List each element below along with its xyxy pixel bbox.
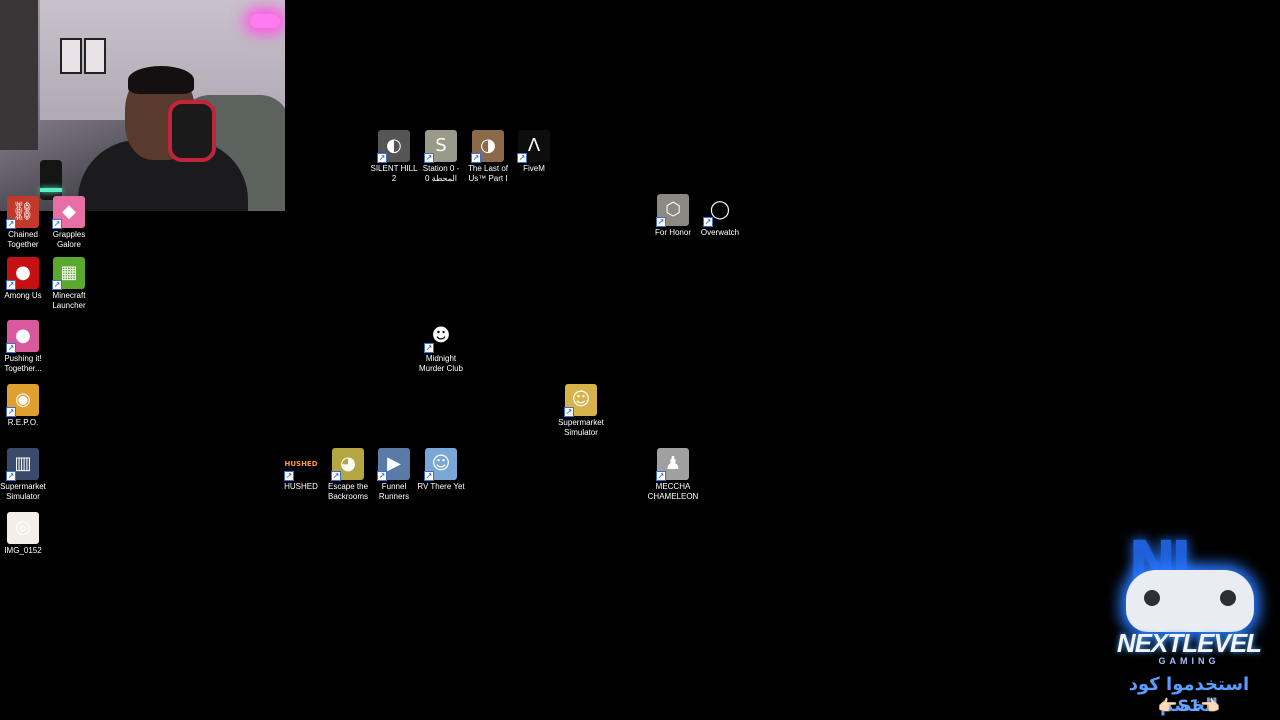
supermarket-simulator-left-glyph: ▥ [14,453,32,474]
rv-there-yet-icon: ☺ ↗ [424,448,457,481]
shortcut-arrow-icon: ↗ [471,153,481,163]
minecraft-launcher-icon: ▦ ↗ [52,257,85,290]
last-of-us-glyph: ◑ [480,135,496,156]
overwatch-icon: ◯ ↗ [703,194,736,227]
webcam-picture-frame [60,38,82,74]
shortcut-arrow-icon: ↗ [424,153,434,163]
desktop-icon-fivem[interactable]: Λ ↗ FiveM [498,130,570,174]
shortcut-arrow-icon: ↗ [517,153,527,163]
shortcut-arrow-icon: ↗ [6,219,16,229]
logo-title: NEXTLEVEL [1116,628,1262,658]
among-us-glyph: ● [15,262,31,283]
desktop-icon-label: Supermarket Simulator [0,482,46,501]
shortcut-arrow-icon: ↗ [564,407,574,417]
funnel-runners-glyph: ▶ [387,453,401,474]
shortcut-arrow-icon: ↗ [656,471,666,481]
desktop-icon-label: Overwatch [700,228,740,237]
webcam-door [0,0,38,150]
shortcut-arrow-icon: ↗ [6,471,16,481]
desktop-icon-label: Pushing it! Together... [4,354,42,373]
meccha-chameleon-glyph: ♟ [664,453,682,474]
desktop-icon-label: Supermarket Simulator [558,418,604,437]
desktop-icon-meccha-chameleon[interactable]: ♟ ↗ MECCHA CHAMELEON [637,448,709,502]
desktop-icon-supermarket-simulator-mid[interactable]: ☺ ↗ Supermarket Simulator [545,384,617,438]
pushing-it-together-glyph: ● [15,325,31,346]
shortcut-arrow-icon: ↗ [284,471,294,481]
promo-code: 👉🏻S1👈🏻 [1157,696,1221,715]
shortcut-arrow-icon: ↗ [52,280,62,290]
webcam-microphone-light [40,188,62,192]
desktop-icon-grapples-galore[interactable]: ◆ ↗ Grapples Galore [33,196,105,250]
webcam-microphone [40,160,62,200]
desktop-icon-label: Midnight Murder Club [418,354,463,373]
img-0152-icon: ◎ [7,512,39,544]
webcam-person-hair [128,66,194,94]
desktop-icon-minecraft-launcher[interactable]: ▦ ↗ Minecraft Launcher [33,257,105,311]
desktop-icon-overwatch[interactable]: ◯ ↗ Overwatch [684,194,756,238]
grapples-galore-icon: ◆ ↗ [52,196,85,229]
repo-glyph: ◉ [15,389,31,410]
shortcut-arrow-icon: ↗ [377,153,387,163]
shortcut-arrow-icon: ↗ [656,217,666,227]
desktop-icon-pushing-it-together[interactable]: ● ↗ Pushing it! Together... [0,320,59,374]
logo-subtitle: GAMING [1158,656,1220,666]
webcam-overlay [0,0,285,211]
desktop-icon-label: RV There Yet [417,482,465,491]
controller-icon [1126,570,1254,632]
webcam-picture-frame [84,38,106,74]
shortcut-arrow-icon: ↗ [6,407,16,417]
desktop-icon-label: R.E.P.O. [7,418,39,427]
img-0152-glyph: ◎ [15,517,31,538]
midnight-murder-club-icon: ☻ ↗ [424,320,457,353]
desktop-icon-repo[interactable]: ◉ ↗ R.E.P.O. [0,384,59,428]
meccha-chameleon-icon: ♟ ↗ [656,448,689,481]
desktop-icon-img-0152[interactable]: ◎ IMG_0152 [0,512,59,556]
desktop-icon-label: Grapples Galore [52,230,86,249]
fivem-icon: Λ ↗ [517,130,550,163]
shortcut-arrow-icon: ↗ [52,219,62,229]
rv-there-yet-glyph: ☺ [431,453,451,474]
shortcut-arrow-icon: ↗ [703,217,713,227]
supermarket-simulator-left-icon: ▥ ↗ [6,448,39,481]
shortcut-arrow-icon: ↗ [424,471,434,481]
station-0-glyph: S [435,135,447,156]
desktop-icon-label: IMG_0152 [4,546,42,555]
supermarket-simulator-mid-icon: ☺ ↗ [564,384,597,417]
repo-icon: ◉ ↗ [6,384,39,417]
nextlevel-gaming-logo: NL NEXTLEVEL GAMING استخدموا كود الخصم 👉… [1098,528,1280,720]
shortcut-arrow-icon: ↗ [377,471,387,481]
silent-hill-2-glyph: ◐ [386,135,402,156]
minecraft-launcher-glyph: ▦ [60,262,78,283]
webcam-neon-light [250,14,280,28]
desktop-icon-midnight-murder-club[interactable]: ☻ ↗ Midnight Murder Club [405,320,477,374]
grapples-galore-glyph: ◆ [62,201,76,222]
desktop-icon-supermarket-simulator-left[interactable]: ▥ ↗ Supermarket Simulator [0,448,59,502]
escape-the-backrooms-glyph: ◕ [340,453,356,474]
desktop-icon-label: FiveM [523,164,545,173]
for-honor-glyph: ⬡ [665,199,681,220]
shortcut-arrow-icon: ↗ [424,343,434,353]
desktop-icon-label: Minecraft Launcher [52,291,86,310]
supermarket-simulator-mid-glyph: ☺ [571,389,591,410]
pushing-it-together-icon: ● ↗ [6,320,39,353]
fivem-glyph: Λ [527,135,541,156]
shortcut-arrow-icon: ↗ [6,343,16,353]
webcam-headset [168,100,216,162]
shortcut-arrow-icon: ↗ [6,280,16,290]
desktop-icon-label: MECCHA CHAMELEON [647,482,699,501]
midnight-murder-club-glyph: ☻ [431,325,451,346]
shortcut-arrow-icon: ↗ [331,471,341,481]
desktop-icon-rv-there-yet[interactable]: ☺ ↗ RV There Yet [405,448,477,492]
